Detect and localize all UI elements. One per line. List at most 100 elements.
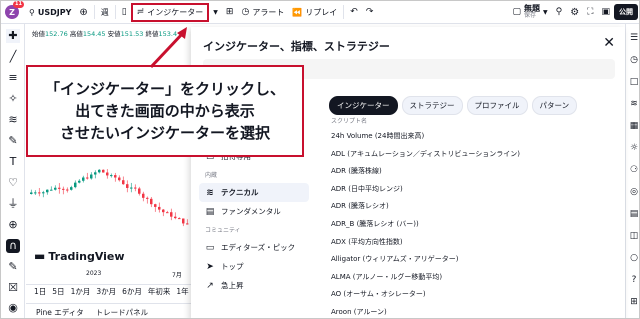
symbol-search-button[interactable]: ⚲ USDJPY: [25, 1, 75, 24]
heart-icon[interactable]: ♡: [6, 176, 20, 190]
nav-item-editors-picks[interactable]: ▭ エディターズ・ピック: [199, 238, 309, 257]
settings-button[interactable]: ⚙: [566, 1, 583, 24]
layout-grid-button[interactable]: ⊞: [222, 1, 238, 24]
chart-icon[interactable]: ≋: [628, 98, 639, 110]
candle-body: [134, 187, 137, 189]
avatar[interactable]: Z 11: [5, 1, 24, 19]
crosshair-icon[interactable]: ✚: [6, 29, 20, 43]
fullscreen-button[interactable]: ⛶: [583, 1, 597, 24]
snapshot-button[interactable]: ▣: [597, 1, 614, 24]
magnet-icon[interactable]: ∩: [6, 239, 20, 253]
candles-group: [30, 169, 189, 227]
script-item[interactable]: AO (オーサム・オシレーター): [331, 286, 621, 304]
apps-icon[interactable]: ⊞: [628, 296, 639, 308]
brush-icon[interactable]: ✎: [6, 134, 20, 148]
candle-body: [186, 223, 189, 225]
ruler-icon[interactable]: ⏚: [6, 197, 20, 211]
script-item[interactable]: 24h Volume (24時間出来高): [331, 128, 621, 146]
lock-icon[interactable]: ☒: [6, 281, 20, 295]
alert-button[interactable]: ◷ アラート: [237, 1, 288, 24]
fib-icon[interactable]: ≡: [6, 71, 20, 85]
script-item[interactable]: ADR_B (騰落レシオ (バー)): [331, 216, 621, 234]
chat-icon[interactable]: □: [628, 76, 639, 88]
gear-icon: ⚙: [570, 6, 580, 18]
redo-button[interactable]: ↷: [362, 1, 378, 24]
quick-search-button[interactable]: ⚲: [552, 1, 567, 24]
add-symbol-button[interactable]: ⊕: [75, 1, 91, 24]
indicators-button[interactable]: ≓ インジケーター: [130, 2, 210, 22]
candle-body: [90, 174, 93, 179]
help-icon[interactable]: ?: [628, 274, 639, 286]
bulb-icon[interactable]: ☼: [628, 142, 639, 154]
layers-icon[interactable]: ◫: [628, 230, 639, 242]
publish-button[interactable]: 公開: [614, 4, 638, 20]
chip-indicators[interactable]: インジケーター: [329, 96, 398, 115]
script-item[interactable]: Alligator (ウィリアムズ・アリゲーター): [331, 251, 621, 269]
tab-trading-panel[interactable]: トレードパネル: [96, 307, 149, 318]
divider: [343, 5, 345, 19]
close-icon[interactable]: ✕: [603, 35, 615, 51]
nav-item-trending[interactable]: ↗ 急上昇: [199, 276, 309, 295]
period-1y[interactable]: 1年: [176, 286, 188, 297]
candle-body: [150, 198, 153, 205]
nav-item-technical[interactable]: ≋ テクニカル: [199, 183, 309, 202]
candle-body: [102, 169, 105, 173]
zoom-in-icon[interactable]: ⊕: [6, 218, 20, 232]
plus-circle-icon: ⊕: [79, 6, 88, 18]
undo-button[interactable]: ↶: [346, 1, 362, 24]
period-ytd[interactable]: 年初来: [148, 286, 171, 297]
bell-icon[interactable]: ⚆: [628, 164, 639, 176]
target-icon[interactable]: ◎: [628, 186, 639, 198]
period-1m[interactable]: 1か月: [71, 286, 91, 297]
script-item[interactable]: ADL (アキュムレーション／ディストリビューションライン): [331, 146, 621, 164]
tab-pine-editor[interactable]: Pine エディタ: [36, 307, 84, 318]
nav-item-fundamental[interactable]: ▤ ファンダメンタル: [199, 202, 309, 221]
candle-body: [142, 193, 145, 198]
lock-drawings-icon[interactable]: ✎: [6, 260, 20, 274]
chip-profiles[interactable]: プロファイル: [466, 96, 528, 115]
layout-menu-button[interactable]: ▢ 無題 保存 ▼: [508, 1, 551, 24]
period-5d[interactable]: 5日: [52, 286, 64, 297]
replay-button[interactable]: ⏪ リプレイ: [288, 1, 341, 24]
callout-line: させたいインジケーターを選択: [59, 124, 270, 142]
dialog-title: インジケーター、指標、ストラテジー: [203, 40, 390, 53]
candle-body: [54, 187, 57, 190]
eye-icon[interactable]: ◉: [6, 301, 20, 315]
candle-body: [162, 209, 165, 213]
time-axis-label: 2023: [86, 270, 102, 277]
screener-icon[interactable]: ▤: [628, 208, 639, 220]
nav-item-top[interactable]: ➤ トップ: [199, 257, 309, 276]
period-1d[interactable]: 1日: [34, 286, 46, 297]
script-item[interactable]: Aroon (アルーン): [331, 304, 621, 318]
redo-icon: ↷: [365, 7, 374, 17]
script-item[interactable]: ADX (平均方向性指数): [331, 234, 621, 252]
candles-icon: ▯: [121, 7, 127, 17]
chart-type-button[interactable]: ▯: [118, 1, 131, 24]
stream-icon[interactable]: ○: [628, 252, 639, 264]
chip-strategies[interactable]: ストラテジー: [401, 96, 463, 115]
projection-icon[interactable]: ≋: [6, 113, 20, 127]
trend-line-icon[interactable]: ╱: [6, 50, 20, 64]
script-list-header: スクリプト名: [331, 118, 368, 125]
indicator-templates-button[interactable]: ▼: [209, 1, 222, 24]
pattern-icon[interactable]: ✧: [6, 92, 20, 106]
calendar-icon[interactable]: ▦: [628, 120, 639, 132]
script-item[interactable]: ADR (日中平均レンジ): [331, 181, 621, 199]
candle-body: [46, 189, 49, 193]
script-item[interactable]: ALMA (アルノー・ルグー移動平均): [331, 269, 621, 287]
right-toolbar: ☰ ◷ □ ≋ ▦ ☼ ⚆ ◎ ▤ ◫ ○ ? ⊞: [625, 24, 639, 318]
text-icon[interactable]: T: [6, 155, 20, 169]
interval-button[interactable]: 週: [97, 1, 113, 24]
period-3m[interactable]: 3か月: [96, 286, 116, 297]
period-6m[interactable]: 6か月: [122, 286, 142, 297]
callout-line: 「インジケーター」をクリックし、: [44, 80, 285, 98]
watchlist-icon[interactable]: ☰: [628, 32, 639, 44]
alarm-clock-icon[interactable]: ◷: [628, 54, 639, 66]
script-item[interactable]: ADR (騰落株線): [331, 163, 621, 181]
script-item[interactable]: ADR (騰落レシオ): [331, 198, 621, 216]
chip-patterns[interactable]: パターン: [531, 96, 578, 115]
drawing-toolbar: ✚ ╱ ≡ ✧ ≋ ✎ T ♡ ⏚ ⊕ ∩ ✎ ☒ ◉: [1, 24, 25, 318]
candle-body: [98, 169, 101, 173]
script-list: 24h Volume (24時間出来高) ADL (アキュムレーション／ディスト…: [331, 128, 621, 318]
candle-body: [130, 187, 133, 189]
